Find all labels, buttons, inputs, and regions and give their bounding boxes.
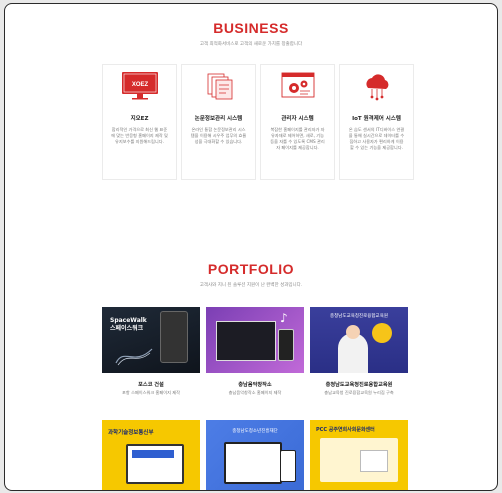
card-title: IoT 원격제어 시스템 <box>352 116 401 122</box>
portfolio-item-desc: 포항 스페이스워크 홈페이지 제작 <box>122 390 180 395</box>
portfolio-item-youth[interactable]: 충청남도청소년진흥재단 <box>206 420 304 490</box>
portfolio-thumb: PCC 공주연희사회문화센터 <box>310 420 408 490</box>
thumb-caption: 충청남도교육청진로융합교육원 <box>330 314 388 319</box>
portfolio-item-title: 충남음악창작소 <box>238 382 272 388</box>
portfolio-item-pcc[interactable]: PCC 공주연희사회문화센터 <box>310 420 408 490</box>
cloud-iot-icon <box>366 74 389 101</box>
business-card-thesis[interactable]: 논문정보관리 시스템 온라인 통합 논문정보관리 시스템을 이용해 시우주 업무… <box>181 64 256 180</box>
thumb-caption: 과학기술정보통신부 <box>108 430 154 436</box>
card-desc: 합리적인 가격으로 최신 웹 표준에 맞는 반응형 홈페이지 제작 및 유지보수… <box>111 127 168 144</box>
business-card-admin[interactable]: 관리자 시스템 복잡한 홈페이지를 관리자가 자유자재로 제어하면, 새로, 기… <box>260 64 335 180</box>
portfolio-item-desc: 충남교육청 진로융합교육원 누리집 구축 <box>324 390 394 395</box>
business-card-xoez[interactable]: XOEZ 지오EZ 합리적인 가격으로 최신 웹 표준에 맞는 반응형 홈페이지… <box>102 64 177 180</box>
business-subtitle: 고객 최적화서비스로 고객의 새로운 가치를 창출합니다 <box>199 42 303 47</box>
portfolio-item-desc: 충남음악창작소 홈페이지 제작 <box>228 390 282 395</box>
music-note-icon: ♪ <box>280 311 288 325</box>
business-cards: XOEZ 지오EZ 합리적인 가격으로 최신 웹 표준에 맞는 반응형 홈페이지… <box>102 64 414 180</box>
portfolio-item-title: 충청남도교육청진로융합교육원 <box>325 382 393 388</box>
portfolio-thumb: ♪ <box>206 307 304 373</box>
card-title: 지오EZ <box>130 116 149 122</box>
portfolio-item-music[interactable]: ♪ 충남음악창작소 충남음악창작소 홈페이지 제작 <box>206 307 304 414</box>
business-title: BUSINESS <box>213 20 289 36</box>
card-title: 관리자 시스템 <box>281 116 314 122</box>
portfolio-item-edu[interactable]: 충청남도교육청진로융합교육원 충청남도교육청진로융합교육원 충남교육청 진로융합… <box>310 307 408 414</box>
card-desc: 온라인 통합 논문정보관리 시스템을 이용해 시우주 업무의 효율성을 극대화할… <box>190 127 247 144</box>
card-title: 논문정보관리 시스템 <box>194 116 243 122</box>
card-desc: 온 습도 센서의 IT디바이스 연결을 통해 실시간으로 데이터를 수집하고 사… <box>348 127 405 150</box>
portfolio-thumb: 충청남도교육청진로융합교육원 <box>310 307 408 373</box>
portfolio-thumb: 충청남도청소년진흥재단 <box>206 420 304 490</box>
thumb-caption: SpaceWalk 스페이스워크 <box>110 317 147 332</box>
card-desc: 복잡한 홈페이지를 관리자가 자유자재로 제어하면, 새로, 기능 등을 자를 … <box>270 127 325 150</box>
portfolio-item-msit[interactable]: 과학기술정보통신부 <box>102 420 200 490</box>
document-stack-icon <box>207 73 233 100</box>
page-frame: BUSINESS 고객 최적화서비스로 고객의 새로운 가치를 창출합니다 XO… <box>4 3 498 491</box>
business-card-iot[interactable]: IoT 원격제어 시스템 온 습도 센서의 IT디바이스 연결을 통해 실시간으… <box>339 64 414 180</box>
portfolio-thumb: 과학기술정보통신부 <box>102 420 200 490</box>
portfolio-thumb: SpaceWalk 스페이스워크 <box>102 307 200 373</box>
portfolio-item-posco[interactable]: SpaceWalk 스페이스워크 포스코 건설 포항 스페이스워크 홈페이지 제… <box>102 307 200 414</box>
portfolio-subtitle: 고객사와 지니 된 솔루션 지원이 난 완벽한 성과입니다. <box>199 283 303 288</box>
thumb-caption: PCC 공주연희사회문화센터 <box>316 427 375 433</box>
xoez-logo-text: XOEZ <box>132 82 149 88</box>
portfolio-grid: SpaceWalk 스페이스워크 포스코 건설 포항 스페이스워크 홈페이지 제… <box>102 307 408 490</box>
gear-window-icon <box>281 72 315 98</box>
thumb-caption: 충청남도청소년진흥재단 <box>232 429 278 434</box>
portfolio-title: PORTFOLIO <box>207 261 295 277</box>
portfolio-item-title: 포스코 건설 <box>138 382 164 388</box>
xoez-monitor-icon: XOEZ <box>122 72 158 100</box>
